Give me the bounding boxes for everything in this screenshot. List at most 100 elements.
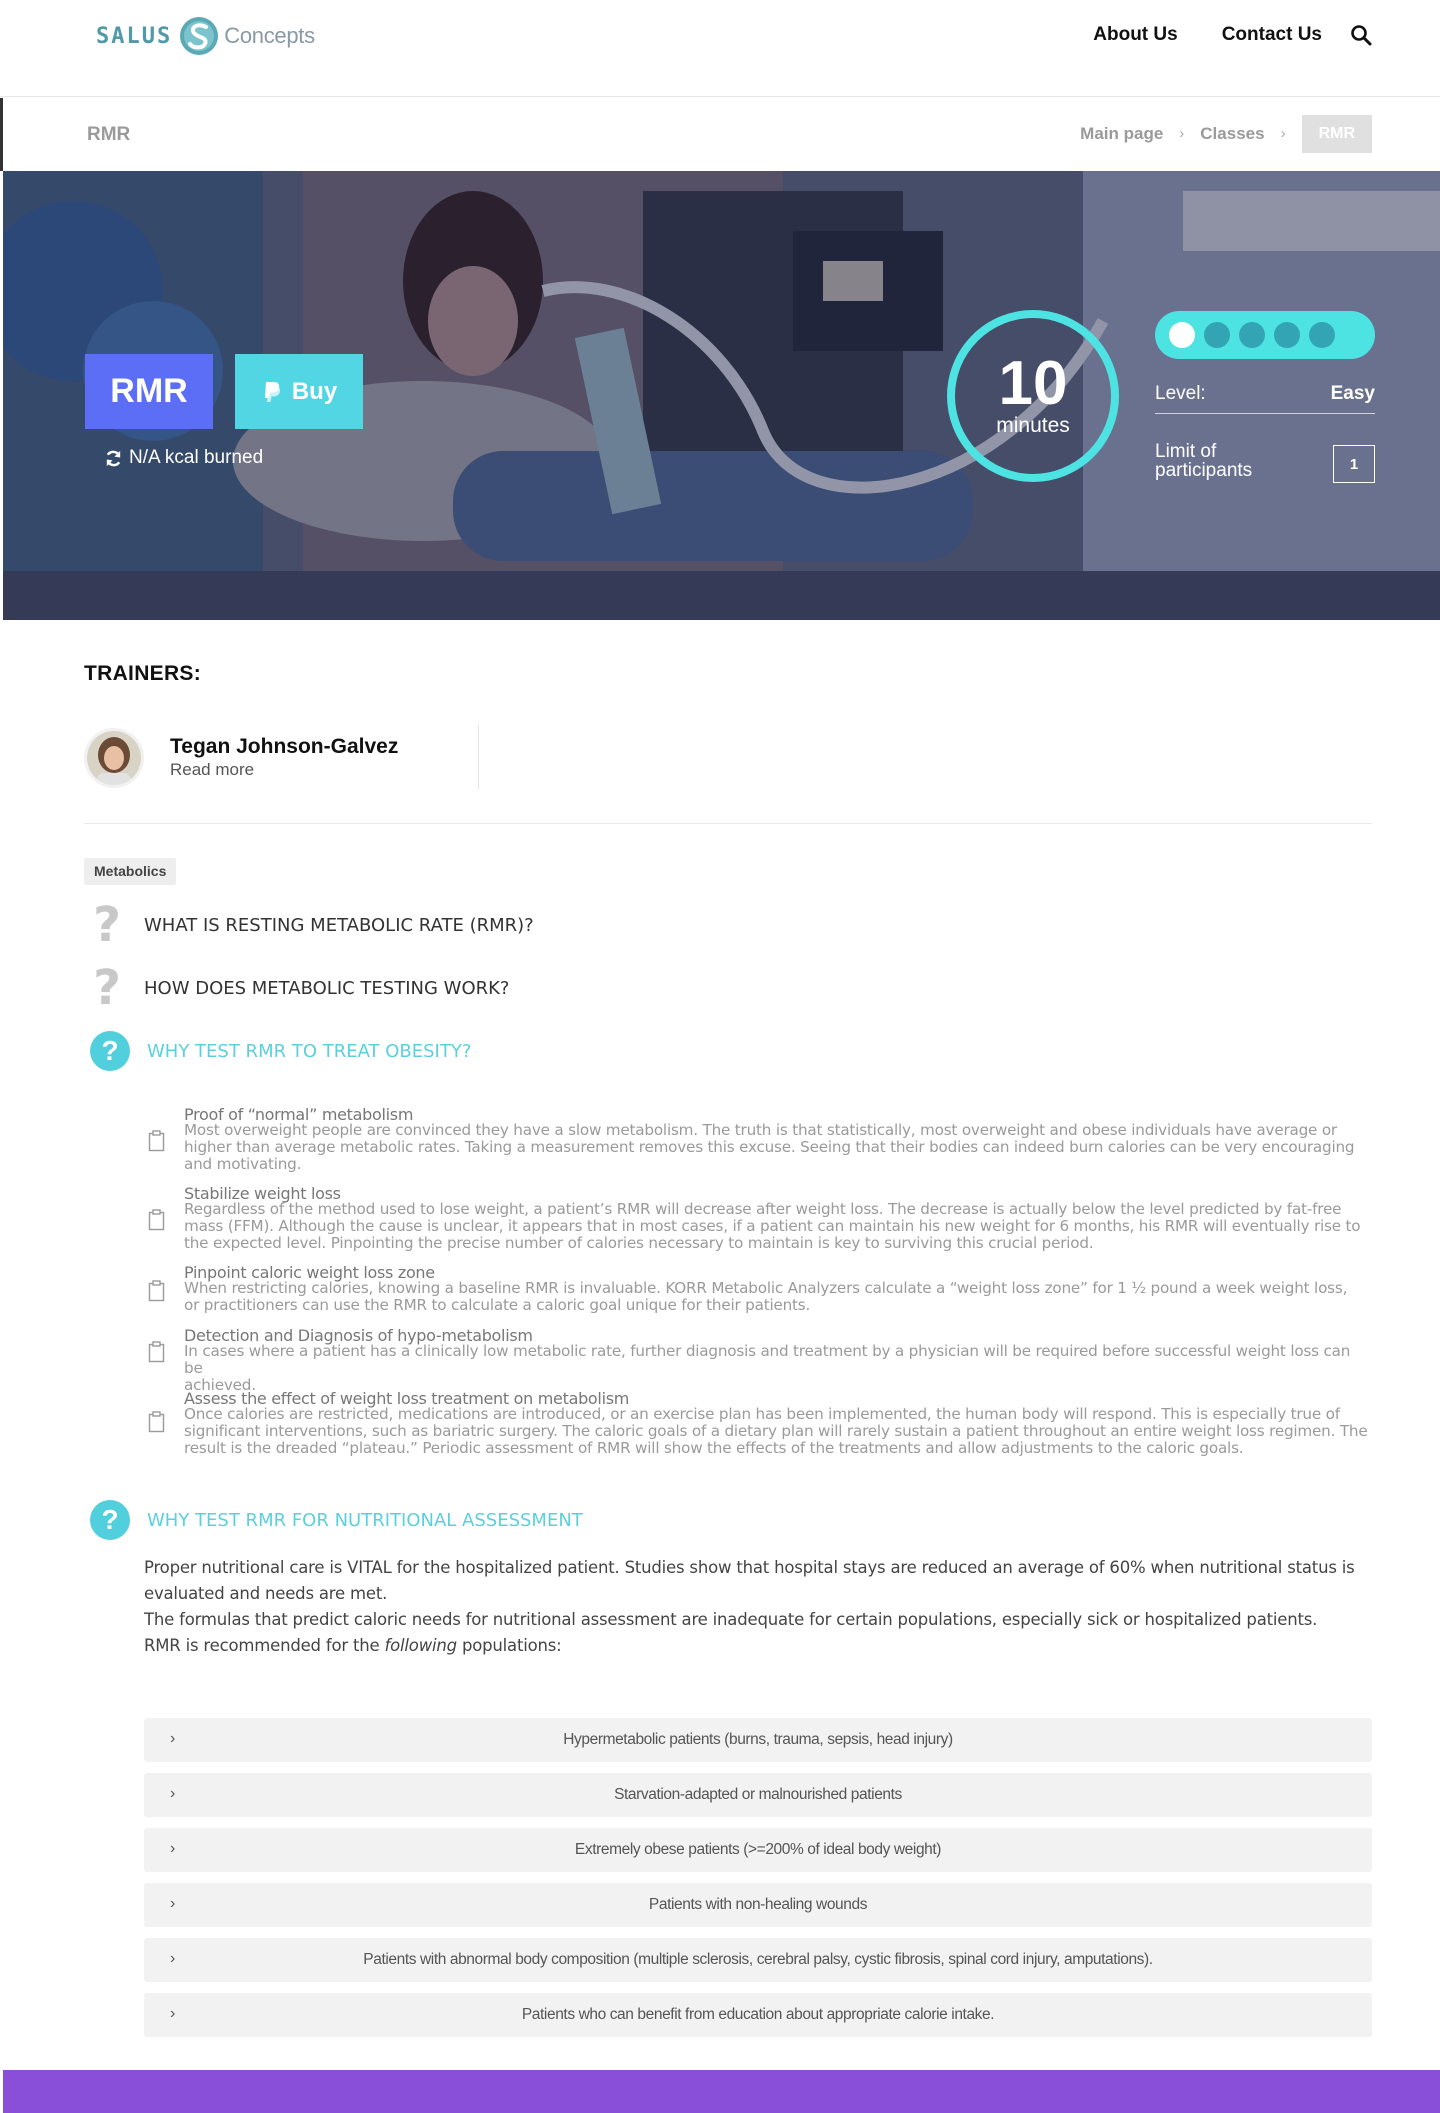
breadcrumb: Main page › Classes › RMR xyxy=(1080,114,1372,153)
benefit-text: Regardless of the method used to lose we… xyxy=(184,1201,1372,1252)
breadcrumb-current: RMR xyxy=(1301,114,1372,153)
duration-value: 10 xyxy=(998,349,1068,418)
faq-item-how-testing-works[interactable]: ? HOW DOES METABOLIC TESTING WORK? xyxy=(84,960,510,1016)
page-title: RMR xyxy=(87,124,131,145)
population-item[interactable]: › Patients with abnormal body compositio… xyxy=(144,1938,1372,1982)
nutrition-emphasis: following xyxy=(384,1636,458,1655)
difficulty-dot xyxy=(1274,322,1300,348)
footer-bar xyxy=(3,2070,1440,2113)
nutrition-text: RMR is recommended for the xyxy=(144,1636,385,1655)
benefit-text: In cases where a patient has a clinicall… xyxy=(184,1343,1372,1394)
question-icon: ? xyxy=(90,1500,130,1540)
faq-item-obesity[interactable]: ? WHY TEST RMR TO TREAT OBESITY? xyxy=(84,1028,471,1074)
participants-limit-row: Limit of participants 1 xyxy=(1155,442,1375,483)
kcal-text: N/A kcal burned xyxy=(129,447,264,468)
benefit-line: mass (FFM). Although the cause is unclea… xyxy=(184,1217,1361,1235)
difficulty-dot xyxy=(1204,322,1230,348)
logo-text-concepts: Concepts xyxy=(224,23,315,48)
nav-contact-us[interactable]: Contact Us xyxy=(1222,24,1322,46)
chevron-right-icon: › xyxy=(1179,125,1185,142)
faq-title: WHY TEST RMR TO TREAT OBESITY? xyxy=(147,1040,472,1062)
population-item[interactable]: › Starvation-adapted or malnourished pat… xyxy=(144,1773,1372,1817)
population-label: Patients with non-healing wounds xyxy=(648,1896,868,1913)
population-label: Extremely obese patients (>=200% of idea… xyxy=(574,1841,942,1858)
difficulty-dot xyxy=(1309,322,1335,348)
question-icon: ? xyxy=(90,1031,130,1071)
chevron-right-icon: › xyxy=(170,1840,176,1857)
level-value: Easy xyxy=(1330,382,1375,404)
benefit-text: When restricting calories, knowing a bas… xyxy=(184,1280,1372,1314)
level-row: Level: Easy xyxy=(1155,374,1375,414)
breadcrumb-classes[interactable]: Classes xyxy=(1200,124,1264,144)
nutrition-line: Proper nutritional care is VITAL for the… xyxy=(144,1558,1355,1577)
population-label: Patients who can benefit from education … xyxy=(521,2006,995,2023)
population-item[interactable]: › Patients who can benefit from educatio… xyxy=(144,1993,1372,2037)
population-item[interactable]: › Hypermetabolic patients (burns, trauma… xyxy=(144,1718,1372,1762)
refresh-icon xyxy=(106,450,121,466)
population-item[interactable]: › Extremely obese patients (>=200% of id… xyxy=(144,1828,1372,1872)
nutrition-paragraph: RMR is recommended for the following pop… xyxy=(144,1633,1372,1659)
faq-item-nutritional-assessment[interactable]: ? WHY TEST RMR FOR NUTRITIONAL ASSESSMEN… xyxy=(84,1497,583,1543)
level-label: Level: xyxy=(1155,382,1206,404)
difficulty-dots xyxy=(1155,311,1375,359)
benefit-line: result is the dreaded “plateau.” Periodi… xyxy=(184,1439,1244,1457)
population-label: Hypermetabolic patients (burns, trauma, … xyxy=(563,1731,953,1748)
benefit-item: Proof of “normal” metabolism Most overwe… xyxy=(148,1105,1372,1175)
trainer-card[interactable]: Tegan Johnson-Galvez Read more xyxy=(84,725,479,789)
breadcrumb-main-page[interactable]: Main page xyxy=(1080,124,1163,144)
kcal-burned: N/A kcal burned xyxy=(104,447,263,469)
population-label: Patients with abnormal body composition … xyxy=(363,1951,1153,1968)
trainer-name[interactable]: Tegan Johnson-Galvez xyxy=(170,735,398,759)
nutrition-paragraph: Proper nutritional care is VITAL for the… xyxy=(144,1555,1372,1607)
nutrition-text: populations: xyxy=(456,1636,562,1655)
duration-circle: 10 minutes xyxy=(947,310,1119,482)
benefit-line: When restricting calories, knowing a bas… xyxy=(184,1279,1348,1297)
class-hero: RMR Buy N/A kcal burned 10 minutes Level… xyxy=(3,171,1440,620)
search-icon[interactable] xyxy=(1350,24,1372,46)
benefit-line: In cases where a patient has a clinicall… xyxy=(184,1342,1351,1377)
faq-title: WHY TEST RMR FOR NUTRITIONAL ASSESSMENT xyxy=(147,1509,583,1531)
population-label: Starvation-adapted or malnourished patie… xyxy=(614,1786,902,1803)
nutrition-line: evaluated and needs are met. xyxy=(144,1584,388,1603)
avatar[interactable] xyxy=(84,728,144,788)
title-bar: RMR Main page › Classes › RMR xyxy=(0,98,1440,171)
question-icon: ? xyxy=(93,960,121,1016)
clipboard-icon xyxy=(148,1341,165,1363)
benefit-line: Regardless of the method used to lose we… xyxy=(184,1200,1342,1218)
section-divider xyxy=(84,823,1372,824)
benefit-line: and motivating. xyxy=(184,1155,302,1173)
benefit-line: the expected level. Pinpointing the prec… xyxy=(184,1234,1094,1252)
site-logo[interactable]: SALUS Concepts xyxy=(96,14,315,58)
chevron-right-icon: › xyxy=(1280,125,1286,142)
difficulty-dot xyxy=(1239,322,1265,348)
chevron-right-icon: › xyxy=(170,1895,176,1912)
trainer-read-more-link[interactable]: Read more xyxy=(170,760,254,780)
benefit-line: significant interventions, such as baria… xyxy=(184,1422,1368,1440)
benefit-item: Pinpoint caloric weight loss zone When r… xyxy=(148,1263,1372,1317)
logo-text-salus: SALUS xyxy=(96,23,173,49)
faq-title: WHAT IS RESTING METABOLIC RATE (RMR)? xyxy=(144,914,534,936)
chevron-right-icon: › xyxy=(170,1950,176,1967)
benefit-line: or practitioners can use the RMR to calc… xyxy=(184,1296,811,1314)
limit-value: 1 xyxy=(1333,445,1375,483)
duration-unit: minutes xyxy=(996,414,1070,437)
faq-item-what-is-rmr[interactable]: ? WHAT IS RESTING METABOLIC RATE (RMR)? xyxy=(84,897,534,953)
population-item[interactable]: › Patients with non-healing wounds xyxy=(144,1883,1372,1927)
buy-label: Buy xyxy=(291,377,338,405)
benefit-line: Once calories are restricted, medication… xyxy=(184,1405,1340,1423)
nav-about-us[interactable]: About Us xyxy=(1093,24,1177,46)
benefit-text: Most overweight people are convinced the… xyxy=(184,1122,1372,1173)
difficulty-dot xyxy=(1169,322,1195,348)
site-header: SALUS Concepts About Us Contact Us xyxy=(0,0,1440,97)
benefit-text: Once calories are restricted, medication… xyxy=(184,1406,1372,1457)
main-nav: About Us Contact Us xyxy=(1049,24,1372,46)
faq-title: HOW DOES METABOLIC TESTING WORK? xyxy=(144,977,510,999)
paypal-icon xyxy=(264,381,280,402)
category-tag[interactable]: Metabolics xyxy=(84,858,177,885)
nutrition-paragraph: The formulas that predict caloric needs … xyxy=(144,1610,1318,1629)
benefit-item: Assess the effect of weight loss treatme… xyxy=(148,1389,1372,1459)
benefit-line: higher than average metabolic rates. Tak… xyxy=(184,1138,1355,1156)
class-badge: RMR xyxy=(85,354,213,429)
clipboard-icon xyxy=(148,1209,165,1231)
buy-button[interactable]: Buy xyxy=(235,354,363,429)
